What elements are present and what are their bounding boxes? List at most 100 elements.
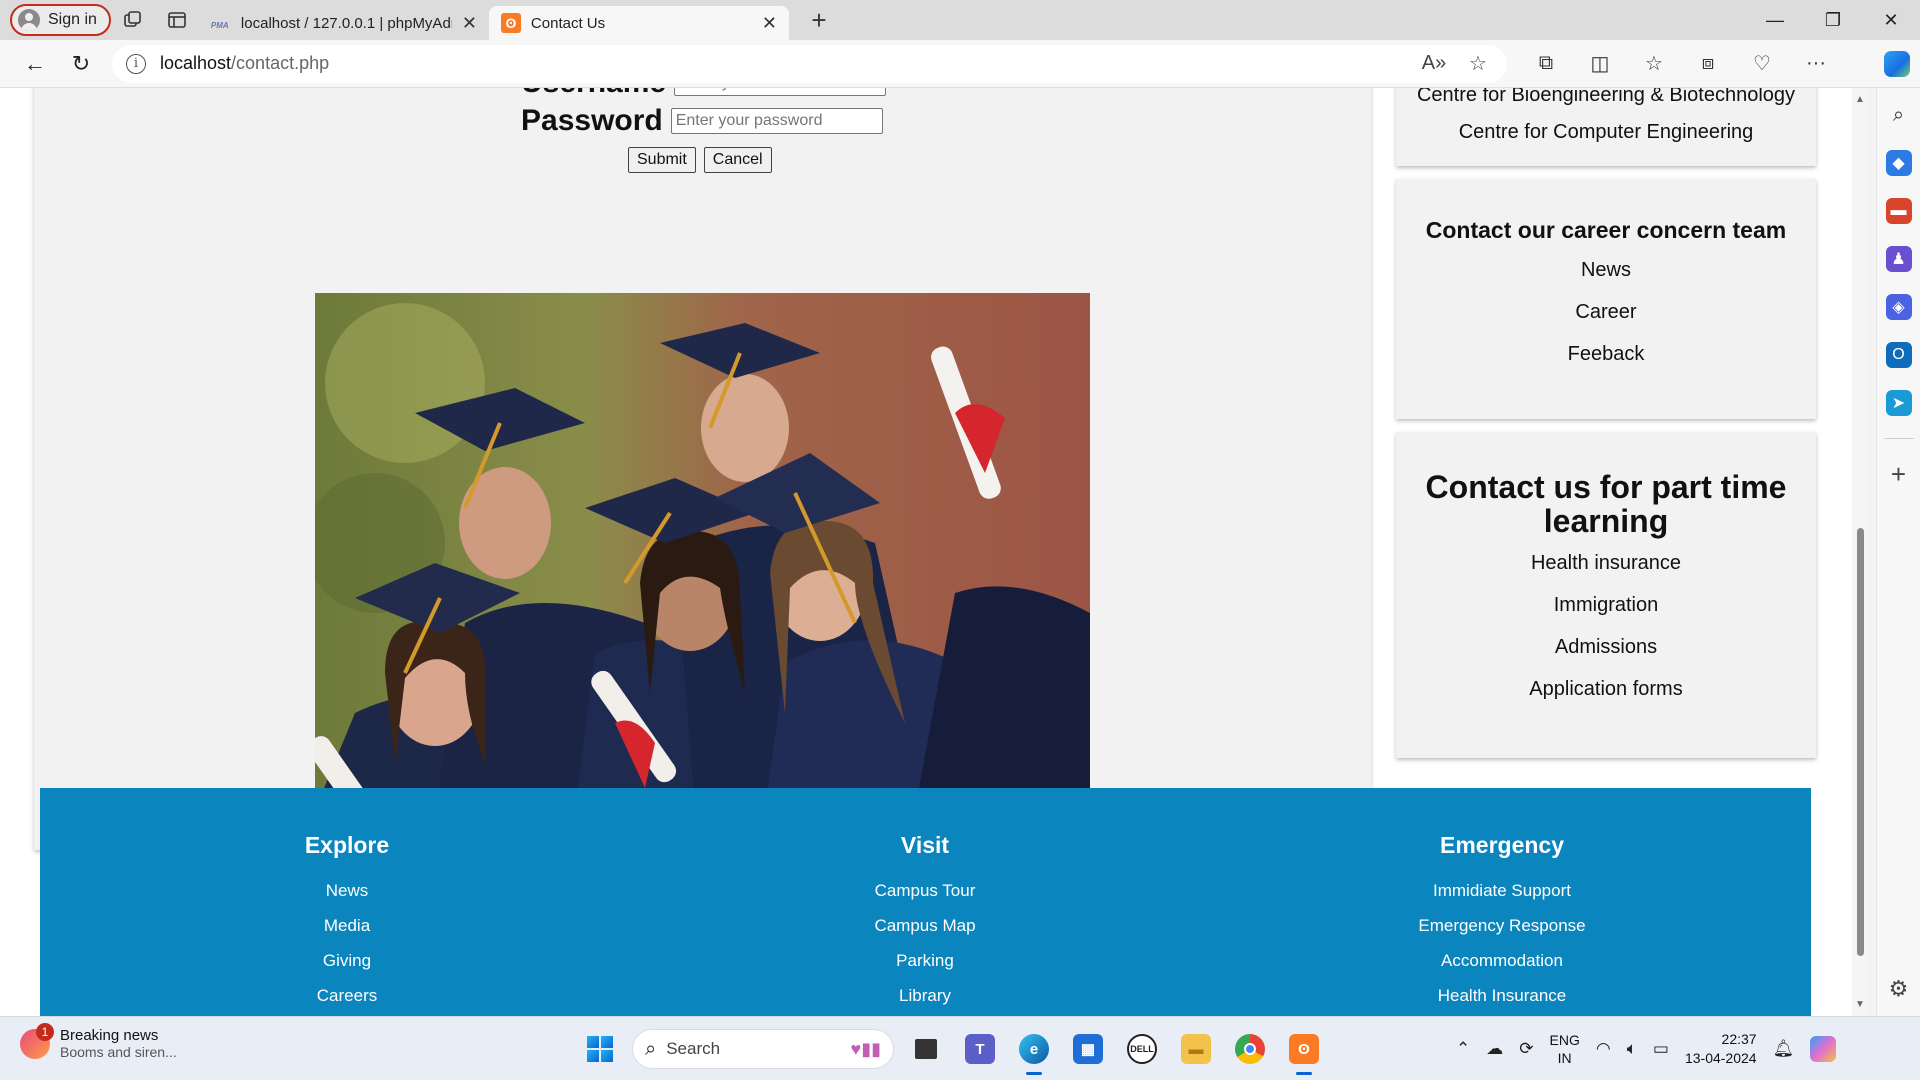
- sidebar-link-computer-engineering[interactable]: Centre for Computer Engineering: [1396, 121, 1816, 144]
- password-input[interactable]: [670, 108, 883, 134]
- teams-icon[interactable]: T: [958, 1027, 1002, 1071]
- browser-toolbar: ← ↻ i localhost/contact.php A» ☆ ⧉ ◫ ☆ ⧈…: [0, 40, 1920, 88]
- footer-link[interactable]: Media: [187, 916, 507, 951]
- url-text[interactable]: localhost/contact.php: [160, 53, 1405, 74]
- sidebar-link-admissions[interactable]: Admissions: [1396, 636, 1816, 659]
- games-icon[interactable]: ♟: [1885, 246, 1912, 272]
- scroll-down-arrow-icon[interactable]: ▼: [1855, 999, 1865, 1010]
- taskbar-search[interactable]: ⌕ Search ♥▮▮: [632, 1029, 894, 1069]
- footer-link[interactable]: Accommodation: [1342, 951, 1662, 986]
- page-scrollbar[interactable]: ▲ ▼: [1852, 88, 1868, 1016]
- send-icon[interactable]: ➤: [1885, 390, 1912, 416]
- site-footer: Explore News Media Giving Careers Visit …: [40, 788, 1811, 1016]
- notification-badge: 1: [36, 1022, 54, 1041]
- language-indicator[interactable]: ENG IN: [1550, 1031, 1580, 1067]
- footer-link[interactable]: Library: [765, 986, 1085, 1016]
- footer-link[interactable]: Emergency Response: [1342, 916, 1662, 951]
- page-viewport: Username Password Submit Cancel: [0, 88, 1860, 1016]
- form-buttons: Submit Cancel: [628, 147, 772, 173]
- clock[interactable]: 22:37 13-04-2024: [1685, 1030, 1757, 1068]
- microsoft-365-icon[interactable]: ◈: [1885, 294, 1912, 320]
- shopping-tag-icon[interactable]: ◆: [1885, 150, 1912, 176]
- sync-icon[interactable]: ⟳: [1519, 1039, 1533, 1059]
- sidebar-link-news[interactable]: News: [1396, 259, 1816, 282]
- scroll-up-arrow-icon[interactable]: ▲: [1855, 94, 1865, 105]
- cancel-button[interactable]: Cancel: [703, 147, 772, 173]
- career-card-title: Contact our career concern team: [1425, 217, 1787, 243]
- footer-link[interactable]: Campus Map: [765, 916, 1085, 951]
- back-button[interactable]: ←: [12, 44, 58, 84]
- footer-link[interactable]: Careers: [187, 986, 507, 1016]
- footer-link[interactable]: Health Insurance: [1342, 986, 1662, 1016]
- favorite-star-icon[interactable]: ☆: [1463, 51, 1493, 76]
- collections-icon[interactable]: ⧈: [1681, 44, 1735, 84]
- sidebar-link-immigration[interactable]: Immigration: [1396, 594, 1816, 617]
- sidebar-link-health-insurance[interactable]: Health insurance: [1396, 552, 1816, 575]
- notification-bell-icon[interactable]: 🔔︎: [1773, 1039, 1795, 1059]
- address-bar[interactable]: i localhost/contact.php A» ☆: [112, 44, 1507, 83]
- tab-actions-icon[interactable]: [155, 0, 199, 40]
- footer-link[interactable]: Immidiate Support: [1342, 881, 1662, 916]
- browser-essentials-icon[interactable]: ♡: [1735, 44, 1789, 84]
- edge-icon[interactable]: e: [1012, 1027, 1056, 1075]
- maximize-button[interactable]: ❐: [1804, 0, 1862, 40]
- submit-button[interactable]: Submit: [628, 147, 696, 173]
- close-window-button[interactable]: ✕: [1862, 0, 1920, 40]
- scrollbar-thumb[interactable]: [1857, 528, 1864, 956]
- tab-phpmyadmin[interactable]: PMA localhost / 127.0.0.1 | phpMyAdm ✕: [199, 6, 489, 40]
- wifi-icon[interactable]: ◠: [1596, 1039, 1611, 1059]
- minimize-button[interactable]: —: [1746, 0, 1804, 40]
- profile-button[interactable]: Sign in: [10, 4, 111, 36]
- tools-icon[interactable]: ▬: [1885, 198, 1912, 224]
- tab-contact-us[interactable]: ʘ Contact Us ✕: [488, 6, 789, 40]
- sidebar-link-bioengineering[interactable]: Centre for Bioengineering & Biotechnolog…: [1396, 88, 1816, 107]
- phpmyadmin-icon: PMA: [210, 21, 229, 30]
- info-icon[interactable]: i: [126, 53, 146, 74]
- onedrive-icon[interactable]: ☁: [1486, 1039, 1503, 1059]
- footer-link[interactable]: Parking: [765, 951, 1085, 986]
- windows-taskbar: 1 Breaking news Booms and siren... ⌕ Sea…: [0, 1016, 1920, 1080]
- dell-icon[interactable]: DELL: [1120, 1027, 1164, 1071]
- sidebar-divider: [1883, 438, 1914, 439]
- copilot-taskbar-icon[interactable]: [1810, 1036, 1837, 1062]
- add-icon[interactable]: +: [1886, 459, 1912, 489]
- windows-start-icon[interactable]: [578, 1027, 622, 1071]
- footer-link[interactable]: Campus Tour: [765, 881, 1085, 916]
- footer-heading-explore: Explore: [304, 832, 390, 858]
- extensions-icon[interactable]: ⧉: [1519, 44, 1573, 84]
- favorites-icon[interactable]: ☆: [1627, 44, 1681, 84]
- footer-link[interactable]: News: [187, 881, 507, 916]
- system-tray: ⌃ ☁ ⟳ ENG IN ◠ 🔈︎ ▭ 22:37 13-04-2024 🔔︎: [1456, 1027, 1837, 1071]
- close-icon[interactable]: ✕: [462, 13, 477, 34]
- gear-icon[interactable]: ⚙: [1886, 976, 1912, 1002]
- workspaces-icon[interactable]: [111, 0, 155, 40]
- chrome-icon[interactable]: [1228, 1027, 1272, 1071]
- battery-icon[interactable]: ▭: [1653, 1039, 1669, 1059]
- file-explorer-icon[interactable]: ▬: [1174, 1027, 1218, 1071]
- microsoft-store-icon[interactable]: ▦: [1066, 1027, 1110, 1071]
- close-icon[interactable]: ✕: [762, 13, 777, 34]
- sidebar-link-application-forms[interactable]: Application forms: [1396, 678, 1816, 701]
- refresh-button[interactable]: ↻: [58, 44, 104, 84]
- copilot-icon[interactable]: [1878, 46, 1916, 82]
- avatar-icon: [18, 9, 40, 31]
- tab-title: Contact Us: [530, 14, 606, 32]
- password-row: Password: [521, 104, 883, 138]
- sidebar-link-career[interactable]: Career: [1396, 301, 1816, 324]
- more-options-icon[interactable]: ···: [1789, 44, 1843, 84]
- search-icon[interactable]: ⌕: [1886, 102, 1912, 128]
- footer-link[interactable]: Giving: [187, 951, 507, 986]
- username-input[interactable]: [674, 88, 887, 96]
- read-aloud-icon[interactable]: A»: [1419, 52, 1449, 75]
- volume-icon[interactable]: 🔈︎: [1627, 1039, 1637, 1059]
- chevron-up-icon[interactable]: ⌃: [1456, 1039, 1470, 1059]
- new-tab-button[interactable]: +: [801, 5, 837, 36]
- xampp-icon[interactable]: ʘ: [1282, 1027, 1326, 1075]
- sidebar-link-feedback[interactable]: Feeback: [1396, 343, 1816, 366]
- split-screen-icon[interactable]: ◫: [1573, 44, 1627, 84]
- outlook-icon[interactable]: O: [1885, 342, 1912, 368]
- task-view-icon[interactable]: [904, 1027, 948, 1071]
- footer-heading-visit: Visit: [900, 832, 950, 858]
- news-widget[interactable]: 1 Breaking news Booms and siren...: [20, 1022, 177, 1060]
- footer-column-emergency: Emergency Immidiate Support Emergency Re…: [1342, 788, 1662, 1016]
